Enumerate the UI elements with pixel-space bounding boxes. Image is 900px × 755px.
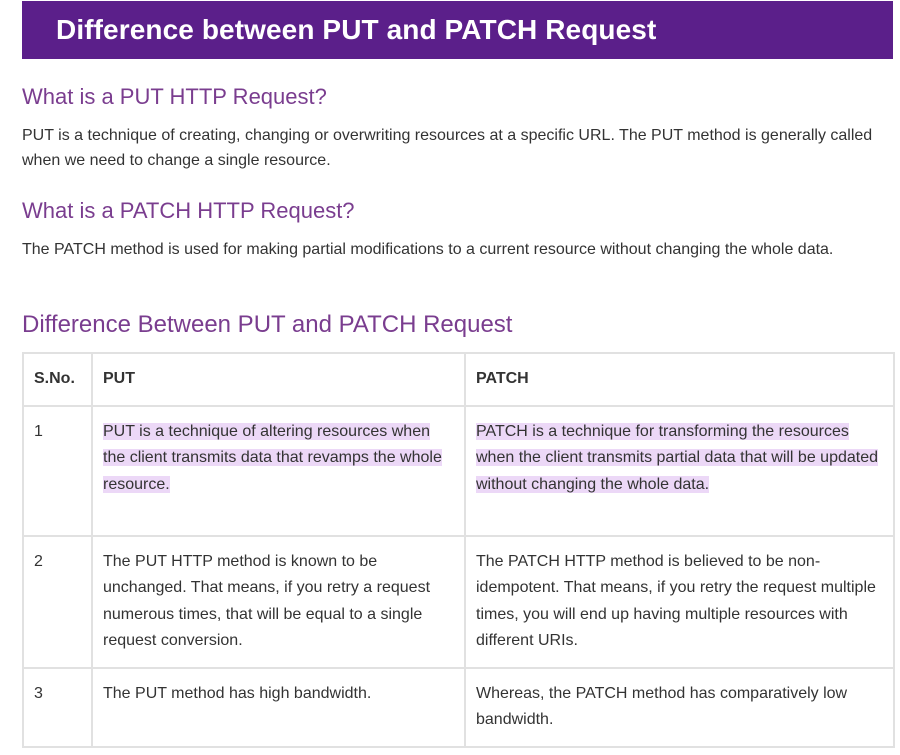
table-row: 1 PUT is a technique of altering resourc… xyxy=(22,404,895,537)
row-number-cell: 3 xyxy=(22,666,93,748)
table-header-row: S.No. PUT PATCH xyxy=(22,352,895,407)
comparison-table: S.No. PUT PATCH 1 PUT is a technique of … xyxy=(22,352,895,748)
row-number-cell: 2 xyxy=(22,534,93,669)
title-banner: Difference between PUT and PATCH Request xyxy=(22,1,893,59)
patch-cell: Whereas, the PATCH method has comparativ… xyxy=(464,666,895,748)
table-row: 3 The PUT method has high bandwidth. Whe… xyxy=(22,666,895,748)
patch-section-heading: What is a PATCH HTTP Request? xyxy=(22,198,355,223)
put-cell: The PUT method has high bandwidth. xyxy=(91,666,466,748)
patch-section-body: The PATCH method is used for making part… xyxy=(22,241,834,258)
put-cell: PUT is a technique of altering resources… xyxy=(91,404,466,537)
column-header-sno: S.No. xyxy=(22,352,93,407)
put-cell: The PUT HTTP method is known to be uncha… xyxy=(91,534,466,669)
page-title: Difference between PUT and PATCH Request xyxy=(56,14,657,45)
highlighted-text: PUT is a technique of altering resources… xyxy=(103,422,442,493)
row-number-cell: 1 xyxy=(22,404,93,537)
highlighted-text: PATCH is a technique for transforming th… xyxy=(476,422,879,493)
table-row: 2 The PUT HTTP method is known to be unc… xyxy=(22,534,895,669)
put-section-heading: What is a PUT HTTP Request? xyxy=(22,84,327,109)
column-header-put: PUT xyxy=(91,352,466,407)
difference-section-heading: Difference Between PUT and PATCH Request xyxy=(22,311,513,338)
put-section-body: PUT is a technique of creating, changing… xyxy=(22,127,873,169)
patch-cell: PATCH is a technique for transforming th… xyxy=(464,404,895,537)
patch-cell: The PATCH HTTP method is believed to be … xyxy=(464,534,895,669)
column-header-patch: PATCH xyxy=(464,352,895,407)
